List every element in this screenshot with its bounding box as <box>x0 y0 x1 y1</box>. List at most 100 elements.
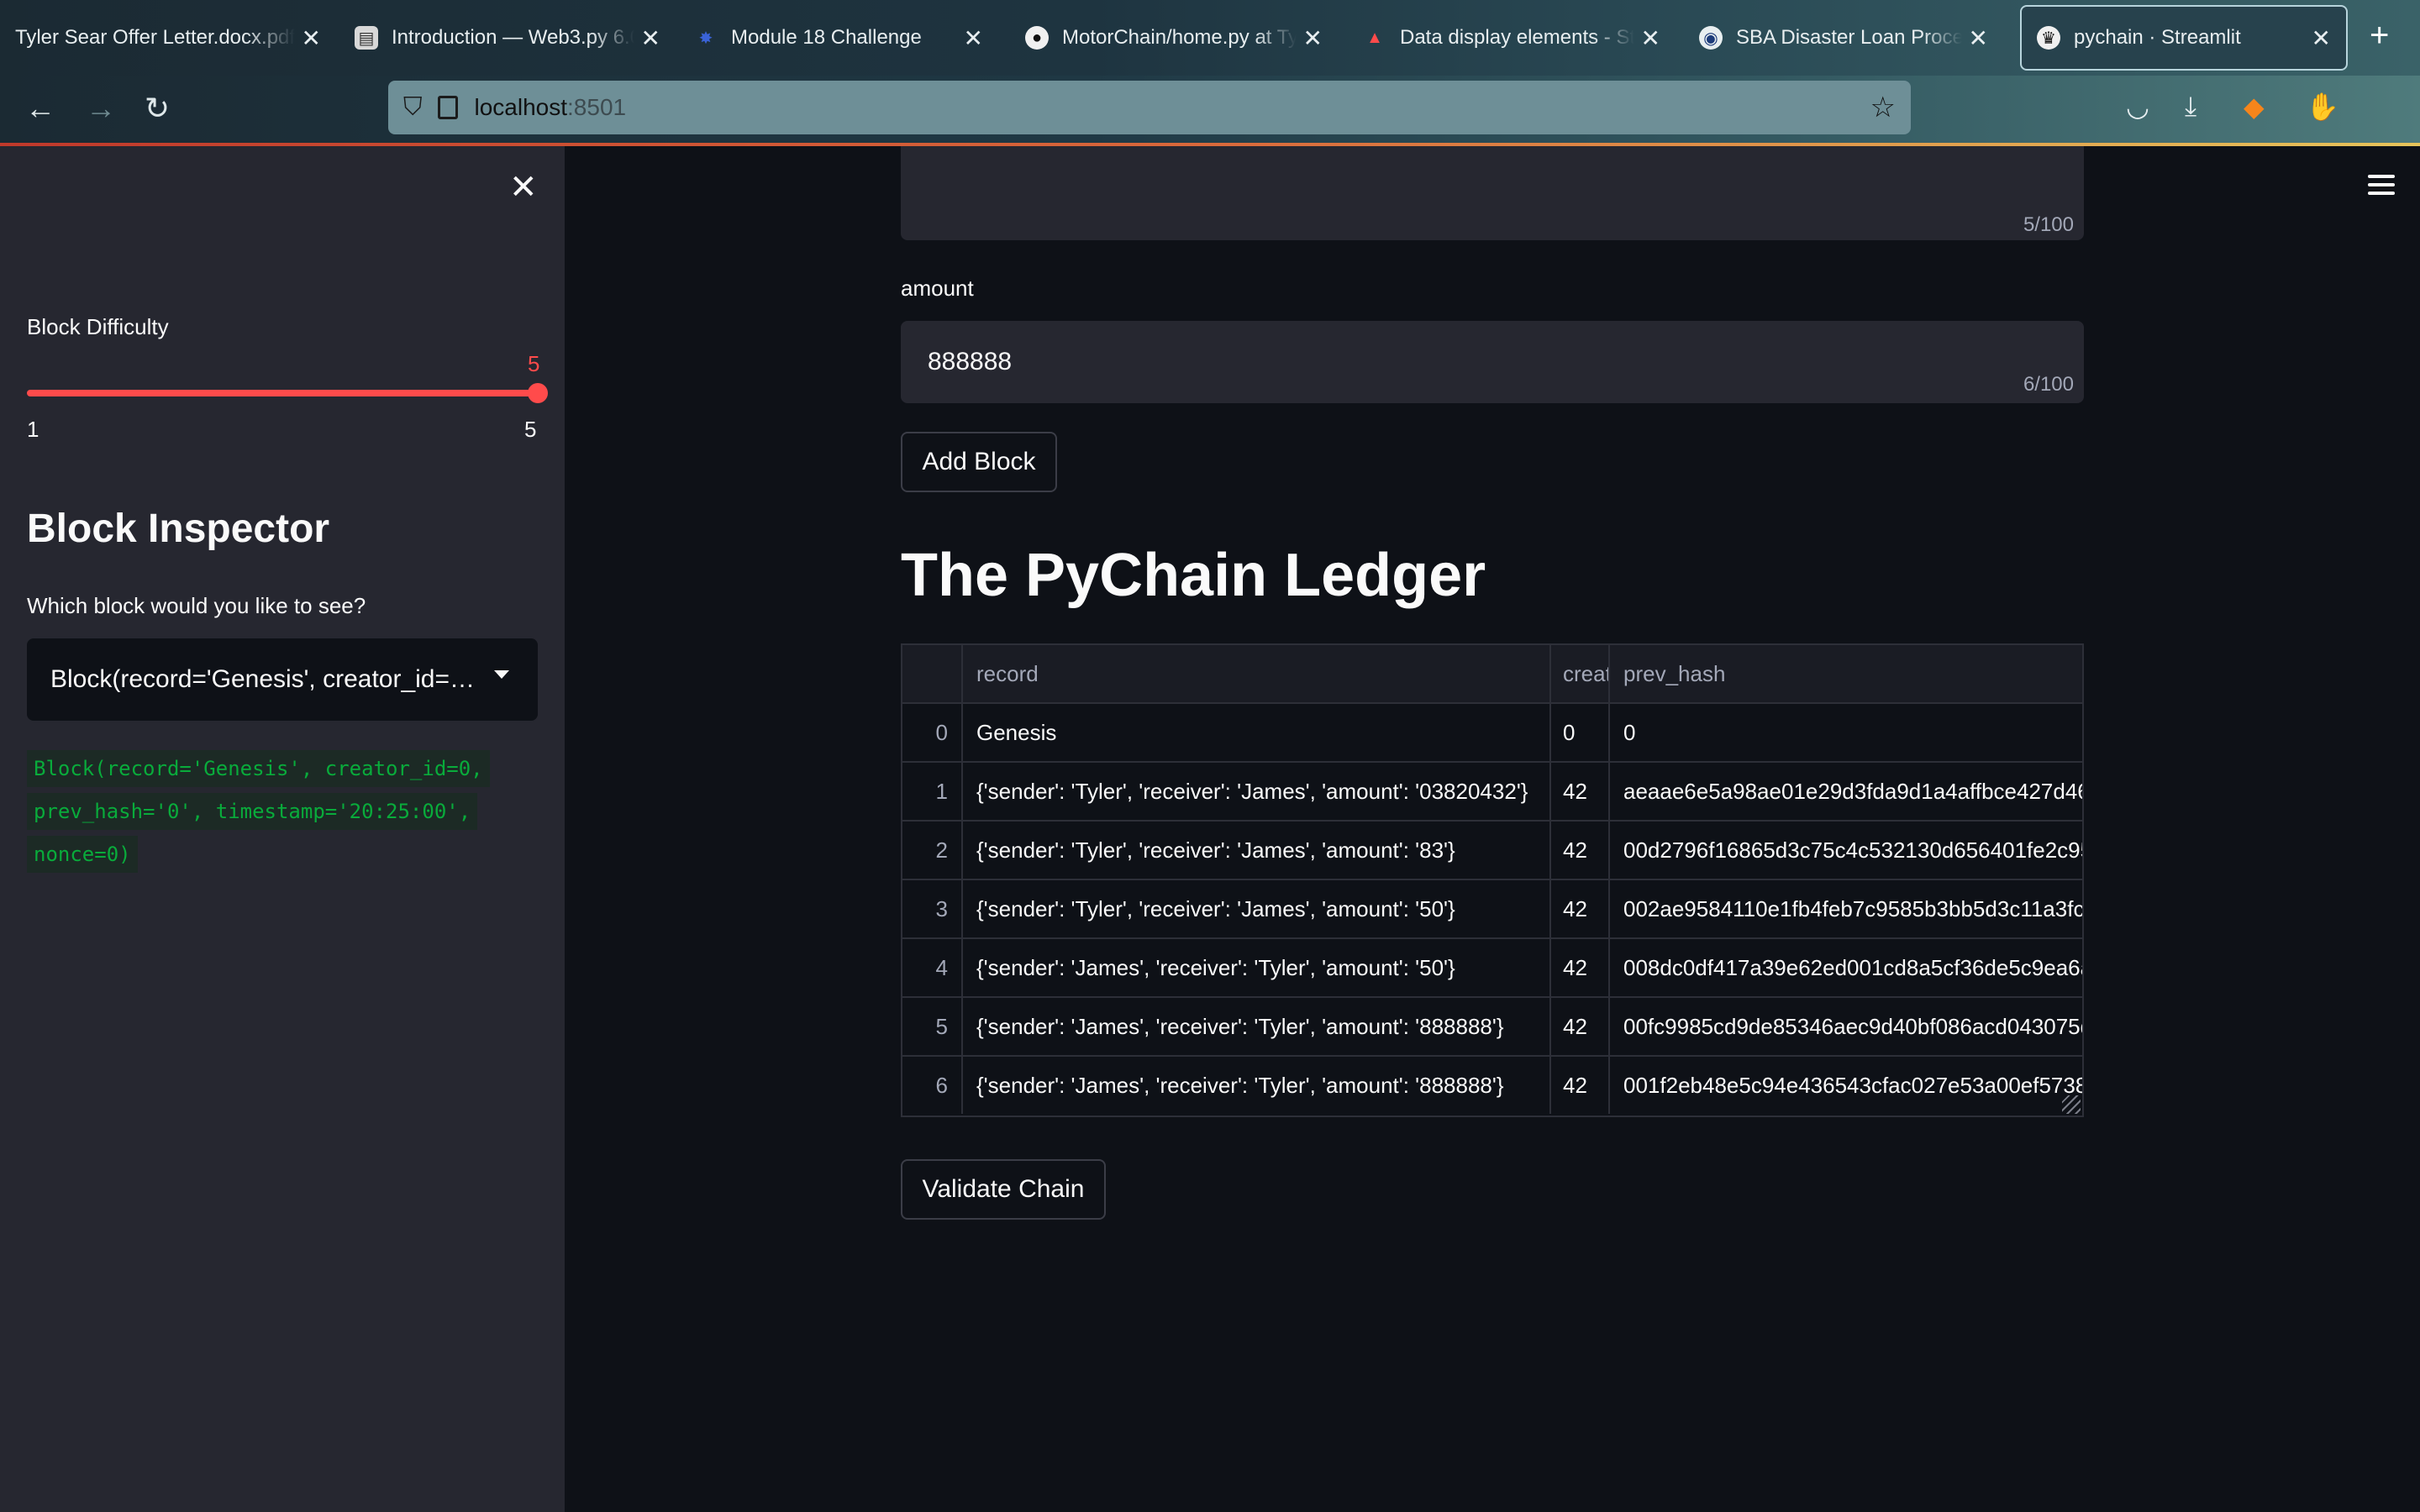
previous-text-input[interactable]: 5/100 <box>901 146 2084 240</box>
difficulty-slider-track[interactable] <box>27 390 538 396</box>
record-cell[interactable]: {'sender': 'James', 'receiver': 'Tyler',… <box>963 939 1551 996</box>
prev-hash-header[interactable]: prev_hash <box>1610 645 2082 702</box>
row-index: 0 <box>902 704 963 761</box>
table-header-row: record creat prev_hash <box>902 645 2082 704</box>
table-row: 1 {'sender': 'Tyler', 'receiver': 'James… <box>902 763 2082 822</box>
main-content: 5/100 amount 6/100 Add Block The PyChain… <box>565 146 2420 1512</box>
metamask-icon[interactable]: ◆ <box>2244 91 2265 123</box>
difficulty-slider-thumb[interactable] <box>528 383 548 403</box>
slider-current-value: 5 <box>528 351 540 376</box>
reload-icon[interactable]: ↻ <box>145 91 170 126</box>
ledger-title: The PyChain Ledger <box>901 542 1486 609</box>
chevron-down-icon <box>494 670 509 679</box>
download-icon[interactable]: ⤓ <box>2185 91 2196 123</box>
table-row: 4 {'sender': 'James', 'receiver': 'Tyler… <box>902 939 2082 998</box>
amount-label: amount <box>901 276 974 301</box>
row-index: 3 <box>902 880 963 937</box>
close-tab-icon[interactable]: ✕ <box>2312 24 2331 52</box>
shield-icon[interactable]: ⛉ <box>403 93 423 122</box>
hamburger-menu-icon[interactable] <box>2368 175 2395 200</box>
new-tab-icon[interactable]: + <box>2370 17 2389 55</box>
creator-cell[interactable]: 42 <box>1551 880 1610 937</box>
close-tab-icon[interactable]: ✕ <box>1303 24 1323 52</box>
close-tab-icon[interactable]: ✕ <box>302 24 321 52</box>
close-tab-icon[interactable]: ✕ <box>964 24 983 52</box>
forward-icon[interactable]: → <box>86 91 116 126</box>
record-cell[interactable]: {'sender': 'James', 'receiver': 'Tyler',… <box>963 1057 1551 1114</box>
block-select-value: Block(record='Genesis', creator_id=0, pr… <box>50 665 487 693</box>
prev-hash-cell[interactable]: 002ae9584110e1fb4feb7c9585b3bb5d3c11a3fc <box>1610 880 2082 937</box>
ledger-table[interactable]: record creat prev_hash 0 Genesis 0 0 1 {… <box>901 643 2084 1117</box>
prev-hash-cell[interactable]: aeaae6e5a98ae01e29d3fda9d1a4affbce427d46 <box>1610 763 2082 820</box>
table-row: 3 {'sender': 'Tyler', 'receiver': 'James… <box>902 880 2082 939</box>
record-cell[interactable]: {'sender': 'James', 'receiver': 'Tyler',… <box>963 998 1551 1055</box>
close-tab-icon[interactable]: ✕ <box>1641 24 1660 52</box>
creator-cell[interactable]: 42 <box>1551 1057 1610 1114</box>
bootcamp-icon: ✸ <box>698 29 713 48</box>
tab-offer-letter[interactable]: Tyler Sear Offer Letter.docx.pdf ✕ <box>0 5 336 71</box>
block-select[interactable]: Block(record='Genesis', creator_id=0, pr… <box>27 638 538 721</box>
code-line: Block(record='Genesis', creator_id=0, <box>27 750 490 787</box>
tab-web3py[interactable]: ▤ Introduction — Web3.py 6.0 ✕ <box>339 5 676 71</box>
creator-cell[interactable]: 0 <box>1551 704 1610 761</box>
record-cell[interactable]: {'sender': 'Tyler', 'receiver': 'James',… <box>963 763 1551 820</box>
prev-hash-cell[interactable]: 0 <box>1610 704 2082 761</box>
creator-cell[interactable]: 42 <box>1551 998 1610 1055</box>
add-block-button[interactable]: Add Block <box>901 432 1057 492</box>
slider-label: Block Difficulty <box>27 314 169 339</box>
row-index: 6 <box>902 1057 963 1114</box>
address-bar[interactable]: ⛉ localhost:8501 ☆ <box>388 81 1911 134</box>
prev-hash-cell[interactable]: 001f2eb48e5c94e436543cfac027e53a00ef5738… <box>1610 1057 2082 1114</box>
row-index: 1 <box>902 763 963 820</box>
code-line: nonce=0) <box>27 836 138 873</box>
record-cell[interactable]: {'sender': 'Tyler', 'receiver': 'James',… <box>963 822 1551 879</box>
slider-min-label: 1 <box>27 417 39 442</box>
table-row: 5 {'sender': 'James', 'receiver': 'Tyler… <box>902 998 2082 1057</box>
prev-hash-cell[interactable]: 00fc9985cd9de85346aec9d40bf086acd043075d <box>1610 998 2082 1055</box>
url-host: localhost <box>474 94 568 120</box>
record-cell[interactable]: {'sender': 'Tyler', 'receiver': 'James',… <box>963 880 1551 937</box>
row-index: 2 <box>902 822 963 879</box>
creator-cell[interactable]: 42 <box>1551 939 1610 996</box>
extension-hand-icon[interactable]: ✋ <box>2306 91 2339 123</box>
tab-pychain[interactable]: ♛ pychain · Streamlit ✕ <box>2020 5 2348 71</box>
table-row: 0 Genesis 0 0 <box>902 704 2082 763</box>
block-inspector-heading: Block Inspector <box>27 507 330 551</box>
close-tab-icon[interactable]: ✕ <box>1969 24 1988 52</box>
tab-title: Tyler Sear Offer Letter.docx.pdf <box>15 26 295 49</box>
tab-streamlit-docs[interactable]: ▲ Data display elements - Streamlit ✕ <box>1348 5 1676 71</box>
tab-title: pychain · Streamlit <box>2074 26 2241 49</box>
page-icon <box>437 96 458 119</box>
bookmark-star-icon[interactable]: ☆ <box>1870 91 1896 124</box>
char-counter: 6/100 <box>2023 373 2074 396</box>
tab-module18[interactable]: ✸ Module 18 Challenge ✕ <box>679 5 998 71</box>
record-cell[interactable]: Genesis <box>963 704 1551 761</box>
pocket-icon[interactable]: ◡ <box>2126 91 2149 123</box>
tab-sba[interactable]: ◉ SBA Disaster Loan Process ✕ <box>1684 5 2003 71</box>
creator-header[interactable]: creat <box>1551 645 1610 702</box>
index-header <box>902 645 963 702</box>
table-resize-handle[interactable] <box>2062 1095 2081 1114</box>
tab-github[interactable]: ● MotorChain/home.py at Tyler ✕ <box>1010 5 1338 71</box>
amount-input[interactable] <box>901 321 2084 403</box>
amount-input-wrapper: 6/100 <box>901 321 2084 403</box>
tab-title: SBA Disaster Loan Process <box>1736 26 1962 49</box>
docs-icon: ▤ <box>355 26 378 50</box>
tab-title: MotorChain/home.py at Tyler <box>1062 26 1297 49</box>
table-row: 2 {'sender': 'Tyler', 'receiver': 'James… <box>902 822 2082 880</box>
prev-hash-cell[interactable]: 00d2796f16865d3c75c4c532130d656401fe2c95 <box>1610 822 2082 879</box>
prev-hash-cell[interactable]: 008dc0df417a39e62ed001cd8a5cf36de5c9ea6a <box>1610 939 2082 996</box>
creator-cell[interactable]: 42 <box>1551 822 1610 879</box>
tab-title: Module 18 Challenge <box>731 26 922 49</box>
tab-title: Data display elements - Streamlit <box>1400 26 1634 49</box>
creator-cell[interactable]: 42 <box>1551 763 1610 820</box>
record-header[interactable]: record <box>963 645 1551 702</box>
close-sidebar-icon[interactable]: ✕ <box>509 168 538 207</box>
close-tab-icon[interactable]: ✕ <box>641 24 660 52</box>
back-icon[interactable]: ← <box>25 91 55 126</box>
block-select-label: Which block would you like to see? <box>27 593 366 618</box>
row-index: 4 <box>902 939 963 996</box>
url-port: :8501 <box>567 94 627 120</box>
browser-tab-bar: Tyler Sear Offer Letter.docx.pdf ✕ ▤ Int… <box>0 0 2420 76</box>
validate-chain-button[interactable]: Validate Chain <box>901 1159 1106 1220</box>
